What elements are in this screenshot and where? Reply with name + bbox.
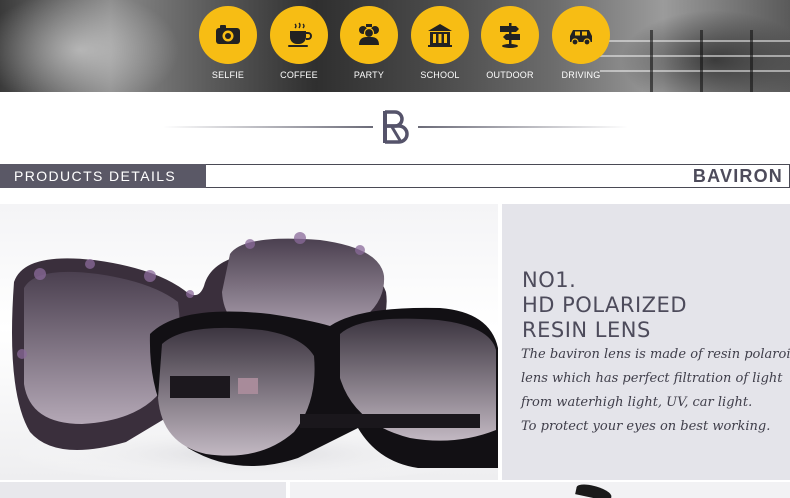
banner-post xyxy=(700,30,703,92)
brand-name: BAVIRON xyxy=(692,166,783,186)
feature-party: PARTY xyxy=(329,6,409,86)
next-panel-right xyxy=(290,482,790,498)
feature-label: OUTDOOR xyxy=(486,70,534,80)
product-image xyxy=(0,204,498,480)
banner-highlight xyxy=(0,0,180,92)
car-icon xyxy=(570,30,592,46)
product-title: NO1. HD POLARIZED RESIN LENS xyxy=(522,268,782,343)
feature-school: SCHOOL xyxy=(400,6,480,86)
feature-label: SCHOOL xyxy=(420,70,460,80)
banner-rail xyxy=(600,55,790,57)
section-tag: PRODUCTS DETAILS xyxy=(0,164,206,188)
feature-outdoor: OUTDOOR xyxy=(470,6,550,86)
next-section-preview xyxy=(0,482,790,498)
lifestyle-banner: SELFIE COFFEE PARTY SCHOOL OUTDOOR DRIVI… xyxy=(0,0,790,92)
feature-coffee: COFFEE xyxy=(259,6,339,86)
feature-circle xyxy=(411,6,469,64)
product-description: The baviron lens is made of resin polaro… xyxy=(521,343,790,439)
camera-icon xyxy=(216,25,240,44)
feature-label: PARTY xyxy=(353,70,385,80)
divider-line-right xyxy=(418,126,628,128)
feature-circle xyxy=(552,6,610,64)
description-line: The baviron lens is made of resin polaro… xyxy=(521,347,790,362)
next-panel-left xyxy=(0,482,286,498)
feature-label: DRIVING xyxy=(561,70,601,80)
feature-label: COFFEE xyxy=(280,70,318,80)
product-info-panel: NO1. HD POLARIZED RESIN LENS The baviron… xyxy=(502,204,790,480)
feature-label: SELFIE xyxy=(211,70,245,80)
banner-rail xyxy=(600,70,790,72)
title-line: NO1. xyxy=(522,268,577,292)
feature-circle xyxy=(199,6,257,64)
title-line: RESIN LENS xyxy=(522,318,651,342)
school-building-icon xyxy=(428,24,452,47)
signpost-icon xyxy=(500,23,520,48)
feature-selfie: SELFIE xyxy=(188,6,268,86)
banner-shadow xyxy=(620,10,790,92)
brand-divider xyxy=(0,100,790,156)
banner-post xyxy=(650,30,653,92)
feature-circle xyxy=(481,6,539,64)
divider-line-left xyxy=(163,126,373,128)
coffee-cup-icon xyxy=(288,22,312,47)
description-line: lens which has perfect filtration of lig… xyxy=(521,371,783,386)
banner-post xyxy=(750,30,753,92)
feature-circle xyxy=(340,6,398,64)
feature-circle xyxy=(270,6,328,64)
brand-logo-icon xyxy=(383,110,409,144)
feature-driving: DRIVING xyxy=(541,6,621,86)
sunglasses-image xyxy=(10,232,498,480)
section-header: PRODUCTS DETAILS BAVIRON xyxy=(0,164,790,188)
banner-rail xyxy=(600,40,790,42)
description-line: To protect your eyes on best working. xyxy=(521,419,771,434)
title-line: HD POLARIZED xyxy=(522,293,687,317)
party-people-icon xyxy=(359,24,379,45)
description-line: from waterhigh light, UV, car light. xyxy=(521,395,753,410)
